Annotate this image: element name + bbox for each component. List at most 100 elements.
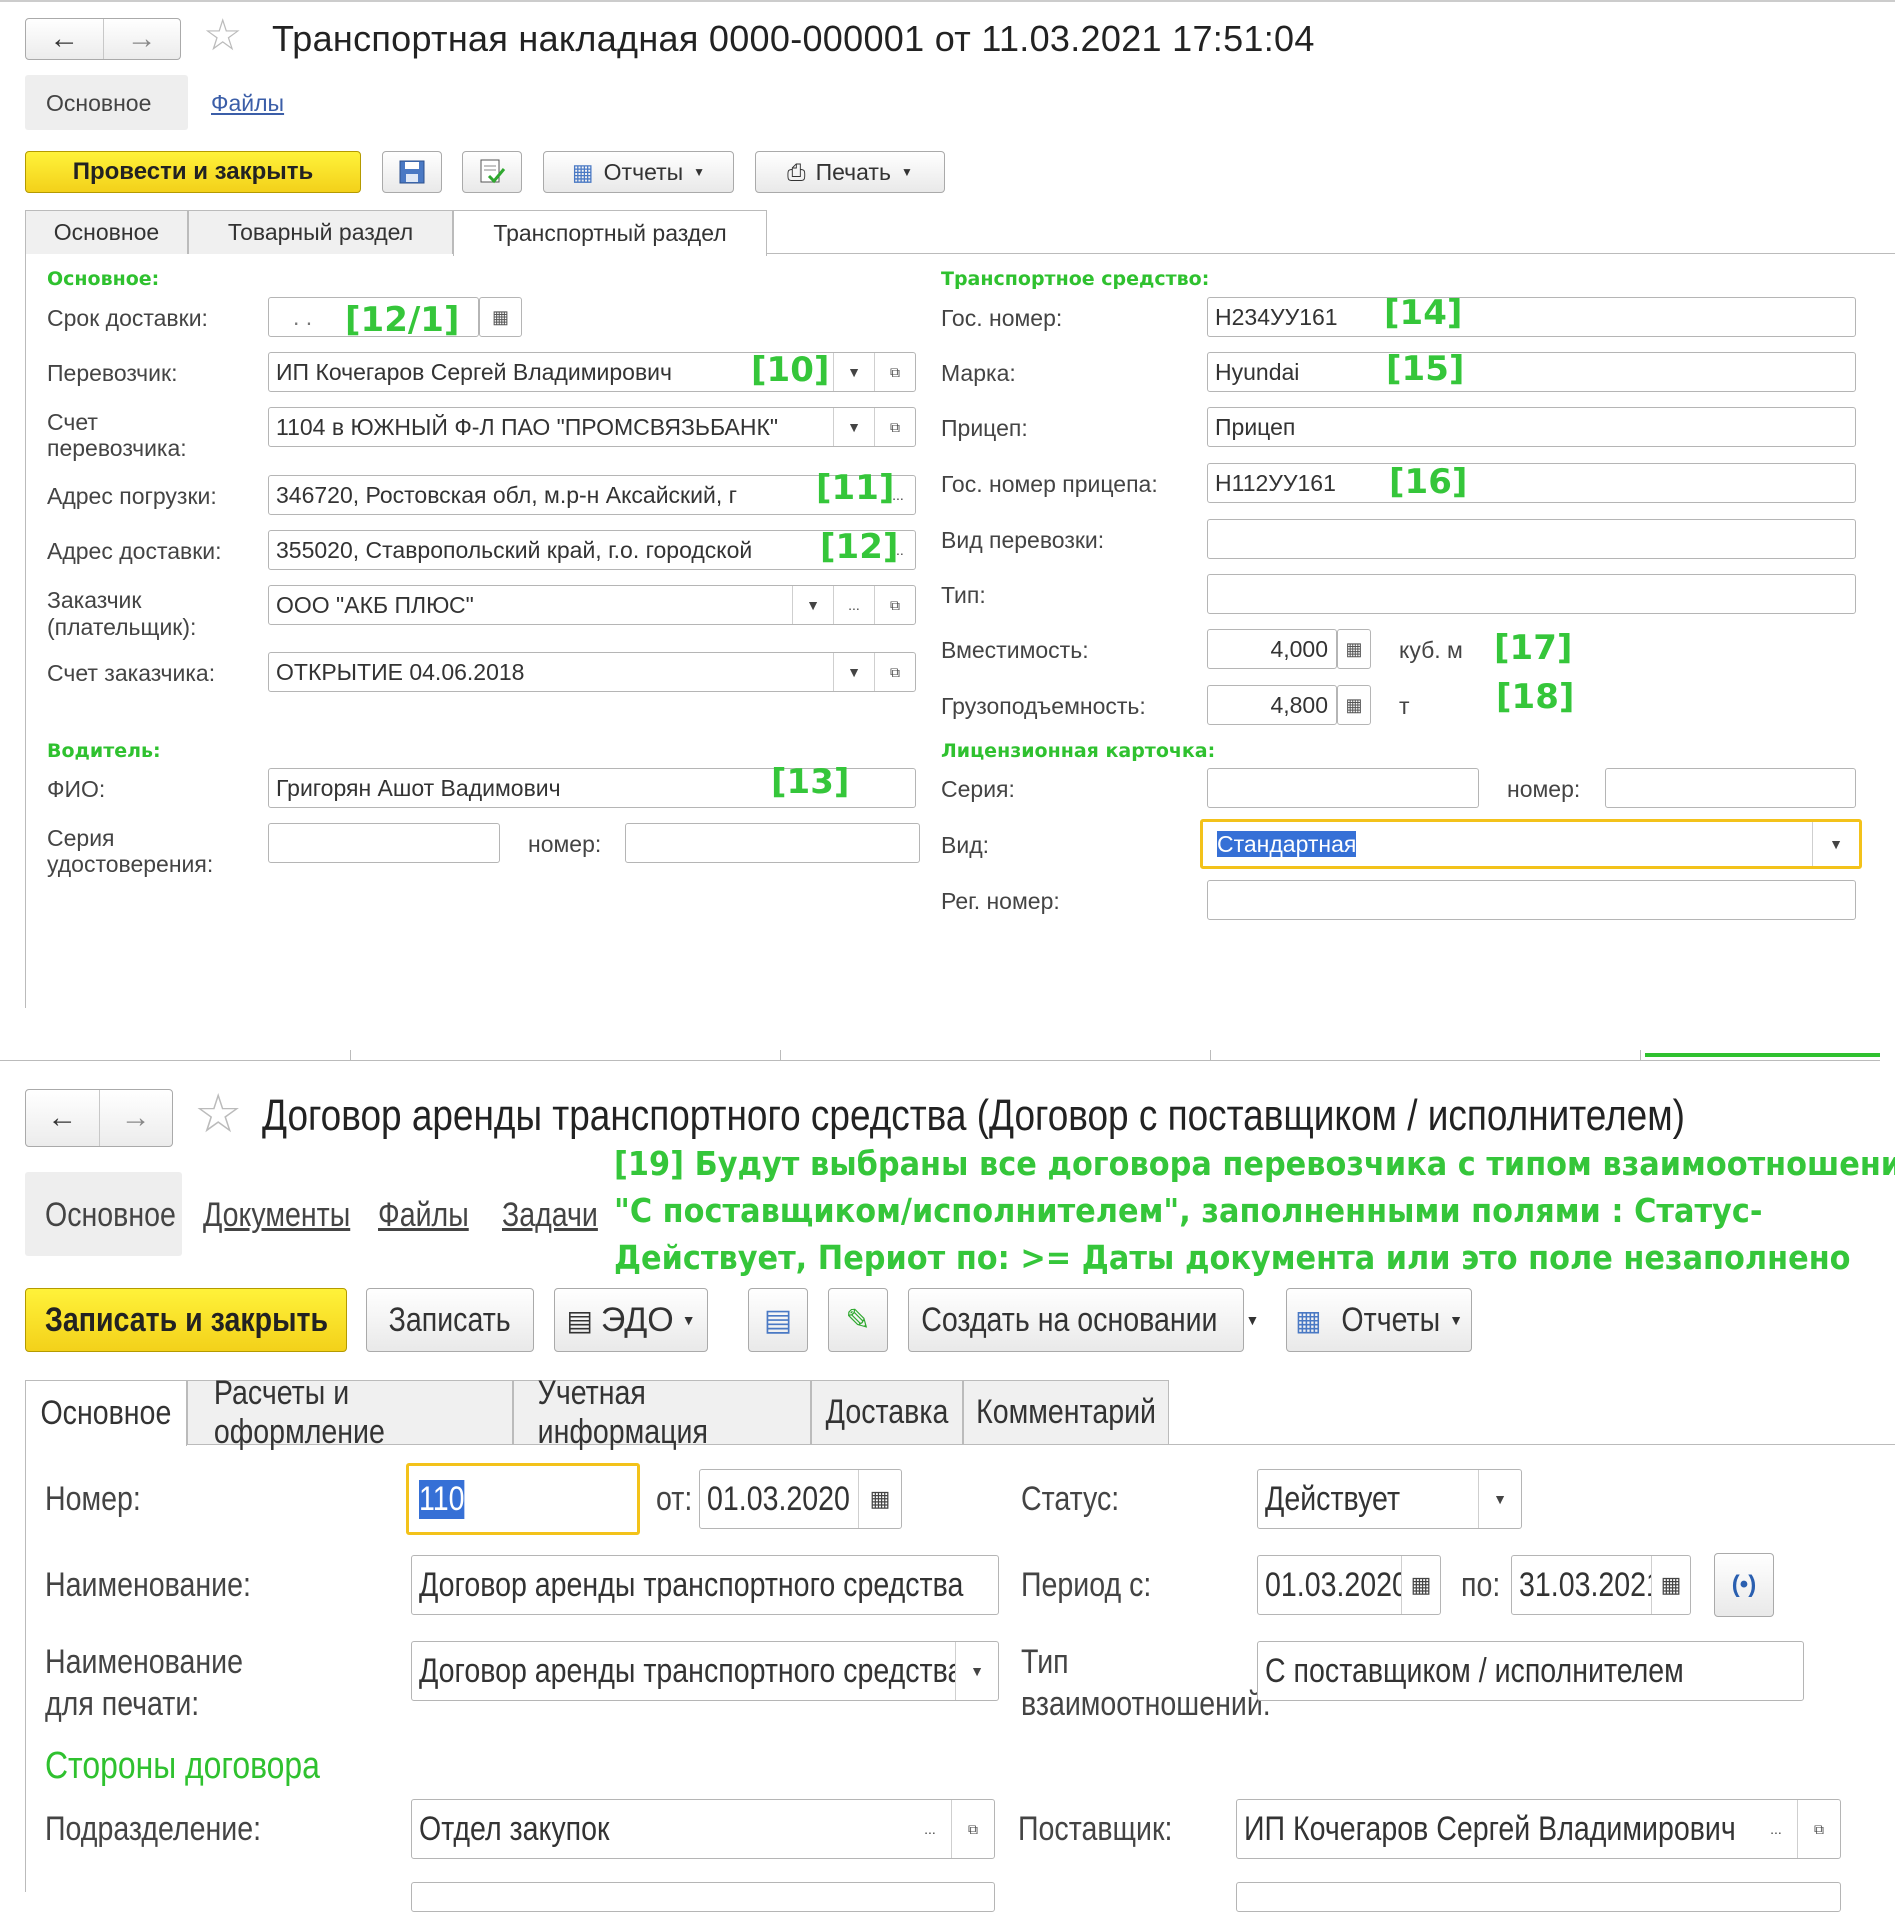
tab-documents-link[interactable]: Документы (203, 1196, 350, 1235)
open-form-icon[interactable]: ⧉ (951, 1800, 994, 1858)
series-field[interactable] (1207, 768, 1479, 808)
capacity-unit: куб. м (1399, 637, 1463, 663)
chevron-down-icon[interactable]: ▼ (1478, 1470, 1521, 1528)
chevron-down-icon[interactable]: ▼ (833, 408, 874, 446)
from-date-field[interactable]: 01.03.2020 ▦ (699, 1469, 902, 1529)
tab-main[interactable]: Основное (25, 210, 188, 254)
fio-label: ФИО: (47, 776, 106, 802)
save-button[interactable]: Записать (366, 1288, 534, 1352)
tab-settlements[interactable]: Расчеты и оформление (187, 1374, 513, 1451)
calendar-icon[interactable]: ▦ (1651, 1556, 1690, 1614)
open-form-icon[interactable]: ⧉ (874, 408, 915, 446)
trailer-plate-label: Гос. номер прицепа: (941, 471, 1158, 497)
license-series-field[interactable] (268, 823, 500, 863)
transport-kind-field[interactable] (1207, 519, 1856, 559)
edo-button[interactable]: ▤ ЭДО ▼ (554, 1288, 708, 1352)
chevron-down-icon[interactable]: ▼ (833, 353, 874, 391)
chevron-down-icon[interactable]: ▼ (1812, 822, 1859, 866)
back-arrow-icon[interactable]: ← (26, 1090, 99, 1146)
period-from-field[interactable]: 01.03.2020 ▦ (1257, 1555, 1441, 1615)
brand-field[interactable]: Hyundai (1207, 352, 1856, 392)
annotation-10: [10] (751, 350, 830, 390)
delivery-address-field[interactable]: 355020, Ставропольский край, г.о. городс… (268, 530, 916, 570)
reports-button[interactable]: ▦ Отчеты ▼ (1286, 1288, 1472, 1352)
next-row-left-field[interactable] (411, 1882, 995, 1912)
post-document-icon (480, 159, 506, 184)
save-and-close-button[interactable]: Записать и закрыть (25, 1288, 347, 1352)
reports-label: Отчеты (603, 158, 684, 185)
sign-icon-button[interactable]: ✎ (828, 1288, 888, 1352)
number-field[interactable]: 110 (406, 1463, 640, 1535)
period-to-field[interactable]: 31.03.2021 ▦ (1511, 1555, 1691, 1615)
brand-label: Марка: (941, 360, 1016, 386)
open-form-icon[interactable]: ⧉ (874, 586, 915, 624)
forward-arrow-icon[interactable]: → (98, 1090, 173, 1146)
number-field[interactable] (1605, 768, 1856, 808)
plate-field[interactable]: Н234УУ161 (1207, 297, 1856, 337)
tab-delivery[interactable]: Доставка (811, 1380, 963, 1444)
next-row-right-field[interactable] (1236, 1882, 1841, 1912)
tab-tasks-link[interactable]: Задачи (502, 1196, 598, 1235)
calendar-icon[interactable]: ▦ (858, 1470, 901, 1528)
from-label: от: (656, 1480, 693, 1518)
delivery-term-label: Срок доставки: (47, 305, 208, 331)
delivery-address-value: 355020, Ставропольский край, г.о. городс… (276, 536, 753, 563)
create-based-on-button[interactable]: Создать на основании ▼ (908, 1288, 1259, 1352)
more-icon[interactable]: ... (1755, 1800, 1797, 1858)
customer-account-field[interactable]: ОТКРЫТИЕ 04.06.2018 ▼ ⧉ (268, 652, 916, 692)
post-icon-button[interactable] (462, 151, 522, 193)
capacity-field[interactable]: 4,000 (1207, 629, 1337, 669)
calculator-icon[interactable]: ▦ (1337, 685, 1371, 725)
post-and-close-button[interactable]: Провести и закрыть (25, 151, 361, 193)
save-icon-button[interactable] (382, 151, 442, 193)
more-icon[interactable]: ... (909, 1800, 951, 1858)
favorite-star-icon[interactable]: ☆ (194, 1087, 242, 1141)
period-select-button[interactable]: (•) (1714, 1553, 1774, 1617)
chevron-down-icon[interactable]: ▼ (833, 653, 874, 691)
status-field[interactable]: Действует ▼ (1257, 1469, 1522, 1529)
supplier-field[interactable]: ИП Кочегаров Сергей Владимирович ... ⧉ (1236, 1799, 1841, 1859)
tab-comment[interactable]: Комментарий (963, 1380, 1169, 1444)
customer-field[interactable]: ООО "АКБ ПЛЮС" ▼ ... ⧉ (268, 585, 916, 625)
forward-arrow-icon[interactable]: → (102, 19, 181, 59)
trailer-plate-field[interactable]: Н112УУ161 (1207, 463, 1856, 503)
type-field[interactable] (1207, 574, 1856, 614)
license-number-label: номер: (528, 831, 602, 857)
trailer-field[interactable]: Прицеп (1207, 407, 1856, 447)
print-name-field[interactable]: Договор аренды транспортного средства ▼ (411, 1641, 999, 1701)
reg-number-field[interactable] (1207, 880, 1856, 920)
name-label: Наименование: (45, 1566, 251, 1604)
tab-main[interactable]: Основное (25, 1380, 187, 1446)
annotation-12: [12] (820, 527, 899, 567)
tab-transport-section[interactable]: Транспортный раздел (453, 210, 767, 256)
carrier-account-field[interactable]: 1104 в ЮЖНЫЙ Ф-Л ПАО "ПРОМСВЯЗЬБАНК" ▼ ⧉ (268, 407, 916, 447)
open-form-icon[interactable]: ⧉ (874, 353, 915, 391)
open-form-icon[interactable]: ⧉ (1797, 1800, 1840, 1858)
department-field[interactable]: Отдел закупок ... ⧉ (411, 1799, 995, 1859)
from-date-value: 01.03.2020 (707, 1479, 850, 1518)
calendar-icon[interactable]: ▦ (479, 297, 522, 337)
trailer-value: Прицеп (1215, 413, 1296, 440)
reports-button[interactable]: ▦ Отчеты ▼ (543, 151, 734, 193)
calendar-icon[interactable]: ▦ (1401, 1556, 1440, 1614)
back-arrow-icon[interactable]: ← (26, 19, 103, 59)
tab-accounting-info[interactable]: Учетная информация (513, 1374, 811, 1451)
more-icon[interactable]: ... (833, 586, 874, 624)
load-capacity-field[interactable]: 4,800 (1207, 685, 1337, 725)
favorite-star-icon[interactable]: ☆ (203, 14, 242, 58)
tab-files-link[interactable]: Файлы (378, 1196, 469, 1235)
tab-goods-section[interactable]: Товарный раздел (188, 210, 453, 254)
annotation-13: [13] (771, 762, 850, 802)
calculator-icon[interactable]: ▦ (1337, 629, 1371, 669)
capacity-label: Вместимость: (941, 637, 1089, 663)
license-number-field[interactable] (625, 823, 920, 863)
open-form-icon[interactable]: ⧉ (874, 653, 915, 691)
chevron-down-icon[interactable]: ▼ (955, 1642, 998, 1700)
tab-files-link[interactable]: Файлы (211, 90, 284, 117)
relation-type-field[interactable]: С поставщиком / исполнителем (1257, 1641, 1804, 1701)
list-icon-button[interactable]: ▤ (748, 1288, 808, 1352)
print-button[interactable]: ⎙ Печать ▼ (755, 151, 945, 193)
name-field[interactable]: Договор аренды транспортного средства (411, 1555, 999, 1615)
kind-field[interactable]: Стандартная ▼ (1200, 819, 1862, 869)
chevron-down-icon[interactable]: ▼ (792, 586, 833, 624)
